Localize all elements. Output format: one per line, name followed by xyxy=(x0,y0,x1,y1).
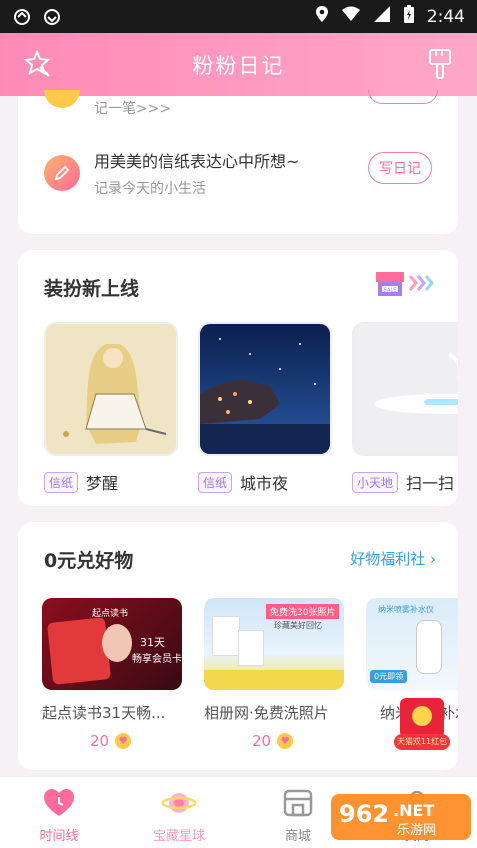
clock-text: 2:44 xyxy=(426,6,465,27)
pen-icon xyxy=(44,155,80,191)
red-packet-badge[interactable]: 天猫双11红包 xyxy=(394,698,450,756)
dressup-name: 城市夜 xyxy=(240,474,289,493)
dressup-tile-1[interactable] xyxy=(44,322,178,456)
dressup-name: 扫一扫 xyxy=(406,474,455,493)
dressup-label-3: 小天地 扫一扫 xyxy=(352,470,454,494)
dressup-name: 梦醒 xyxy=(86,474,119,493)
tab-treasure-planet[interactable]: 宝藏星球 xyxy=(134,785,224,844)
goods-card: 0元兑好物 好物福利社 › 起点读书 31天 畅享会员卡 起点读书31天畅...… xyxy=(18,522,458,770)
goods-price-2: 20 ♥ xyxy=(252,732,294,750)
wifi-icon xyxy=(341,6,361,27)
svg-text:.NET: .NET xyxy=(393,801,434,820)
goods-price-1: 20 ♥ xyxy=(90,732,132,750)
svg-text:962: 962 xyxy=(339,800,389,828)
prev-entry-icon xyxy=(44,90,80,108)
goods-more-link[interactable]: 好物福利社 › xyxy=(350,548,436,569)
dressup-tag: 小天地 xyxy=(352,471,399,493)
dressup-card: 装扮新上线 SALE 信纸 梦醒 信纸 城市夜 小天地 扫一扫 xyxy=(18,250,458,506)
page-title: 粉粉日记 xyxy=(192,53,285,78)
dressup-label-1: 信纸 梦醒 xyxy=(44,470,118,494)
planet-icon xyxy=(161,785,197,821)
app-header: 粉粉日记 xyxy=(0,33,477,96)
sale-shop-icon[interactable]: SALE xyxy=(374,268,440,298)
svg-text:乐游网: 乐游网 xyxy=(397,823,436,838)
dressup-title: 装扮新上线 xyxy=(44,278,140,300)
svg-text:SALE: SALE xyxy=(384,288,397,294)
diary-card: 记一笔>>> 用美美的信纸表达心中所想~ 记录今天的小生活 写日记 xyxy=(18,90,458,234)
theme-brush-button[interactable] xyxy=(423,47,457,81)
write-diary-title: 用美美的信纸表达心中所想~ xyxy=(94,152,300,171)
brush-icon xyxy=(429,49,451,79)
heart-clock-icon xyxy=(41,785,77,821)
sync-icon xyxy=(12,7,32,27)
goods-title: 0元兑好物 xyxy=(44,550,134,572)
prev-entry-button[interactable] xyxy=(368,90,438,104)
tab-timeline[interactable]: 时间线 xyxy=(14,785,104,844)
sync-icon xyxy=(42,7,62,27)
goods-name-2: 相册网·免费洗照片 xyxy=(204,704,329,722)
heart-coin-icon: ♥ xyxy=(277,733,294,749)
heart-coin-icon: ♥ xyxy=(115,733,132,749)
signal-icon xyxy=(373,5,391,28)
store-icon xyxy=(280,785,316,821)
goods-image-2[interactable]: 免费洗30张照片 珍藏美好回忆 xyxy=(204,598,344,690)
goods-name-1: 起点读书31天畅... xyxy=(42,704,166,722)
dressup-tile-3[interactable] xyxy=(352,322,458,456)
dressup-label-2: 信纸 城市夜 xyxy=(198,470,288,494)
battery-icon xyxy=(403,4,415,29)
location-icon xyxy=(315,5,329,28)
tab-mall[interactable]: 商城 xyxy=(253,785,343,844)
goods-image-3[interactable]: 纳米喷雾补水仪 0元即领 xyxy=(366,598,458,690)
chevron-right-icon: › xyxy=(430,550,436,568)
dressup-tag: 信纸 xyxy=(44,471,79,493)
magic-wand-icon xyxy=(23,49,51,77)
prev-entry-sub: 记一笔>>> xyxy=(94,101,172,117)
dressup-tag: 信纸 xyxy=(198,471,233,493)
status-bar: 2:44 xyxy=(0,0,477,33)
dressup-tile-2[interactable] xyxy=(198,322,332,456)
site-watermark: 962 .NET 乐游网 xyxy=(331,790,471,844)
write-diary-sub: 记录今天的小生活 xyxy=(94,181,206,197)
write-diary-button[interactable]: 写日记 xyxy=(368,152,432,184)
write-diary-row[interactable]: 用美美的信纸表达心中所想~ 记录今天的小生活 xyxy=(44,148,299,198)
magic-wand-button[interactable] xyxy=(20,47,54,81)
goods-image-1[interactable]: 起点读书 31天 畅享会员卡 xyxy=(42,598,182,690)
